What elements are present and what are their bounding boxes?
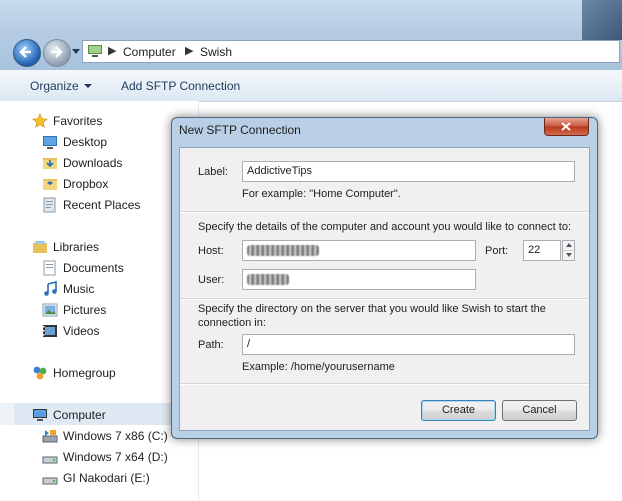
sidebar-item-desktop[interactable]: Desktop: [42, 132, 107, 152]
sidebar-item-drive-e[interactable]: GI Nakodari (E:): [42, 468, 150, 488]
command-bar: Organize Add SFTP Connection: [0, 70, 622, 102]
directory-instructions-cont: connection in:: [198, 317, 266, 329]
sidebar-item-label: Dropbox: [63, 177, 109, 191]
computer-icon: [33, 409, 47, 421]
sidebar-item-dropbox[interactable]: Dropbox: [42, 174, 108, 194]
sidebar-item-label: Videos: [63, 324, 100, 338]
sidebar-item-label: Downloads: [63, 156, 123, 170]
label-field[interactable]: AddictiveTips: [242, 161, 575, 182]
address-bar[interactable]: ▶ Computer ▶ Swish: [82, 40, 620, 63]
port-up[interactable]: [563, 241, 574, 251]
videos-icon: [43, 325, 57, 337]
organize-chevron-down-icon[interactable]: [84, 84, 92, 88]
sidebar-item-label: Windows 7 x86 (C:): [63, 429, 168, 443]
desktop-icon: [43, 136, 57, 149]
host-caption: Host:: [198, 245, 224, 257]
recent-places-icon: [43, 197, 56, 213]
star-icon: [32, 113, 48, 128]
port-stepper[interactable]: [562, 240, 575, 261]
create-button[interactable]: Create: [421, 400, 496, 421]
pictures-icon: [42, 303, 58, 317]
sidebar-item-drive-c[interactable]: Windows 7 x86 (C:): [42, 426, 168, 446]
breadcrumb-separator: ▶: [185, 45, 194, 57]
organize-menu[interactable]: Organize: [30, 79, 79, 93]
selection-strip: [0, 403, 14, 425]
user-field[interactable]: [242, 269, 476, 290]
window-corner: [582, 0, 622, 40]
chevron-up-icon: [566, 243, 572, 247]
sidebar-item-pictures[interactable]: Pictures: [42, 300, 106, 320]
path-field[interactable]: /: [242, 334, 575, 355]
sidebar-item-homegroup[interactable]: Homegroup: [32, 363, 116, 383]
music-note-icon: [44, 281, 57, 296]
redacted-user: [247, 274, 289, 285]
arrow-left-icon: [19, 46, 31, 58]
breadcrumb-separator: ▶: [108, 45, 117, 57]
sidebar-item-label: Homegroup: [53, 366, 116, 380]
sidebar-item-label: Windows 7 x64 (D:): [63, 450, 168, 464]
sidebar-item-label: Desktop: [63, 135, 108, 149]
arrow-right-icon: [51, 46, 63, 58]
chevron-down-icon: [566, 253, 572, 257]
path-example: Example: /home/yourusername: [242, 361, 395, 373]
documents-icon: [43, 260, 56, 276]
sidebar-item-documents[interactable]: Documents: [42, 258, 124, 278]
directory-instructions: Specify the directory on the server that…: [198, 303, 546, 315]
sidebar-item-label: Music: [63, 282, 95, 296]
drive-icon: [42, 430, 58, 443]
sidebar-item-label: Recent Places: [63, 198, 141, 212]
forward-button[interactable]: [43, 39, 71, 67]
close-button[interactable]: [544, 118, 589, 136]
dropbox-folder-icon: [43, 179, 57, 190]
sidebar-item-drive-d[interactable]: Windows 7 x64 (D:): [42, 447, 168, 467]
divider: [180, 211, 589, 213]
divider: [180, 383, 589, 385]
homegroup-icon: [33, 366, 47, 380]
back-button[interactable]: [13, 39, 41, 67]
dialog-title: New SFTP Connection: [179, 123, 301, 137]
sidebar-item-label: GI Nakodari (E:): [63, 471, 150, 485]
drive-icon: [42, 477, 58, 485]
label-example: For example: "Home Computer".: [242, 188, 401, 200]
sidebar-item-label: Favorites: [53, 114, 103, 128]
details-instructions: Specify the details of the computer and …: [198, 221, 572, 233]
recent-pages-chevron-icon[interactable]: [72, 49, 80, 55]
sidebar-item-label: Documents: [63, 261, 124, 275]
divider: [180, 298, 589, 300]
sidebar-item-label: Pictures: [63, 303, 107, 317]
label-caption: Label:: [198, 166, 228, 178]
downloads-folder-icon: [43, 158, 57, 169]
libraries-icon: [33, 241, 47, 253]
sidebar-item-label: Computer: [53, 408, 106, 422]
drive-icon: [42, 456, 58, 464]
sidebar-item-downloads[interactable]: Downloads: [42, 153, 122, 173]
host-field[interactable]: [242, 240, 476, 261]
add-sftp-connection-button[interactable]: Add SFTP Connection: [121, 79, 240, 93]
redacted-host: [247, 245, 319, 256]
close-icon: [561, 122, 571, 131]
port-field[interactable]: 22: [523, 240, 561, 261]
breadcrumb-swish[interactable]: Swish: [200, 45, 232, 59]
port-caption: Port:: [485, 245, 509, 257]
breadcrumb-computer[interactable]: Computer: [123, 45, 176, 59]
computer-icon: [88, 45, 102, 57]
sidebar-item-videos[interactable]: Videos: [42, 321, 99, 341]
port-down[interactable]: [563, 251, 574, 260]
sidebar-item-libraries[interactable]: Libraries: [32, 237, 99, 257]
sidebar-item-recent-places[interactable]: Recent Places: [42, 195, 140, 215]
sidebar-item-label: Libraries: [53, 240, 100, 254]
sidebar-item-music[interactable]: Music: [42, 279, 94, 299]
new-sftp-connection-dialog: New SFTP Connection Label: AddictiveTips…: [171, 117, 598, 439]
cancel-button[interactable]: Cancel: [502, 400, 577, 421]
path-caption: Path:: [198, 339, 224, 351]
dialog-body: Label: AddictiveTips For example: "Home …: [179, 147, 590, 431]
sidebar-item-favorites[interactable]: Favorites: [32, 111, 102, 131]
sidebar-item-computer[interactable]: Computer: [32, 405, 106, 425]
user-caption: User:: [198, 274, 225, 286]
